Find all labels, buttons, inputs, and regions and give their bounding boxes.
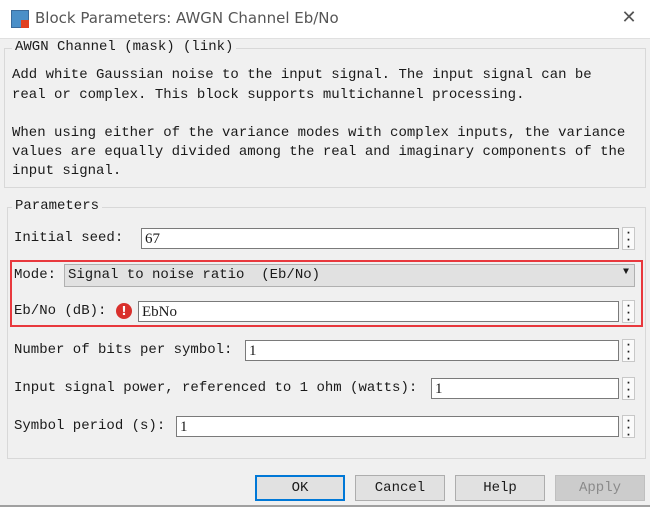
ok-button[interactable]: OK: [255, 475, 345, 501]
simulink-block-icon: [11, 10, 29, 28]
initial-seed-input[interactable]: 67: [141, 228, 619, 249]
window-title: Block Parameters: AWGN Channel Eb/No: [35, 9, 339, 27]
close-icon[interactable]: ✕: [618, 7, 640, 29]
description-line: values are equally divided among the rea…: [12, 144, 626, 160]
symbol-period-more-button[interactable]: · · ·: [622, 415, 635, 441]
description-line: When using either of the variance modes …: [12, 125, 626, 141]
symbol-period-input[interactable]: 1: [176, 416, 619, 437]
symbol-period-label: Symbol period (s):: [14, 418, 166, 434]
mode-value: Signal to noise ratio (Eb/No): [68, 267, 321, 283]
ebno-input[interactable]: EbNo: [138, 301, 619, 322]
description-legend: AWGN Channel (mask) (link): [12, 39, 237, 55]
bits-per-symbol-more-button[interactable]: · · ·: [622, 339, 635, 365]
description-line: Add white Gaussian noise to the input si…: [12, 67, 592, 83]
error-icon[interactable]: !: [116, 303, 132, 319]
ebno-more-button[interactable]: · · ·: [622, 300, 635, 326]
description-line: real or complex. This block supports mul…: [12, 87, 525, 103]
initial-seed-label: Initial seed:: [14, 230, 124, 246]
mode-select[interactable]: Signal to noise ratio (Eb/No) ▼: [64, 264, 635, 287]
signal-power-more-button[interactable]: · · ·: [622, 377, 635, 403]
apply-button[interactable]: Apply: [555, 475, 645, 501]
help-button[interactable]: Help: [455, 475, 545, 501]
description-line: input signal.: [12, 163, 122, 179]
parameters-legend: Parameters: [12, 198, 103, 214]
signal-power-input[interactable]: 1: [431, 378, 619, 399]
signal-power-label: Input signal power, referenced to 1 ohm …: [14, 380, 418, 396]
mode-label: Mode:: [14, 267, 57, 283]
initial-seed-more-button[interactable]: · · ·: [622, 227, 635, 253]
cancel-button[interactable]: Cancel: [355, 475, 445, 501]
ebno-label: Eb/No (dB):: [14, 303, 107, 319]
chevron-down-icon: ▼: [622, 267, 629, 278]
bits-per-symbol-input[interactable]: 1: [245, 340, 619, 361]
bits-per-symbol-label: Number of bits per symbol:: [14, 342, 233, 358]
